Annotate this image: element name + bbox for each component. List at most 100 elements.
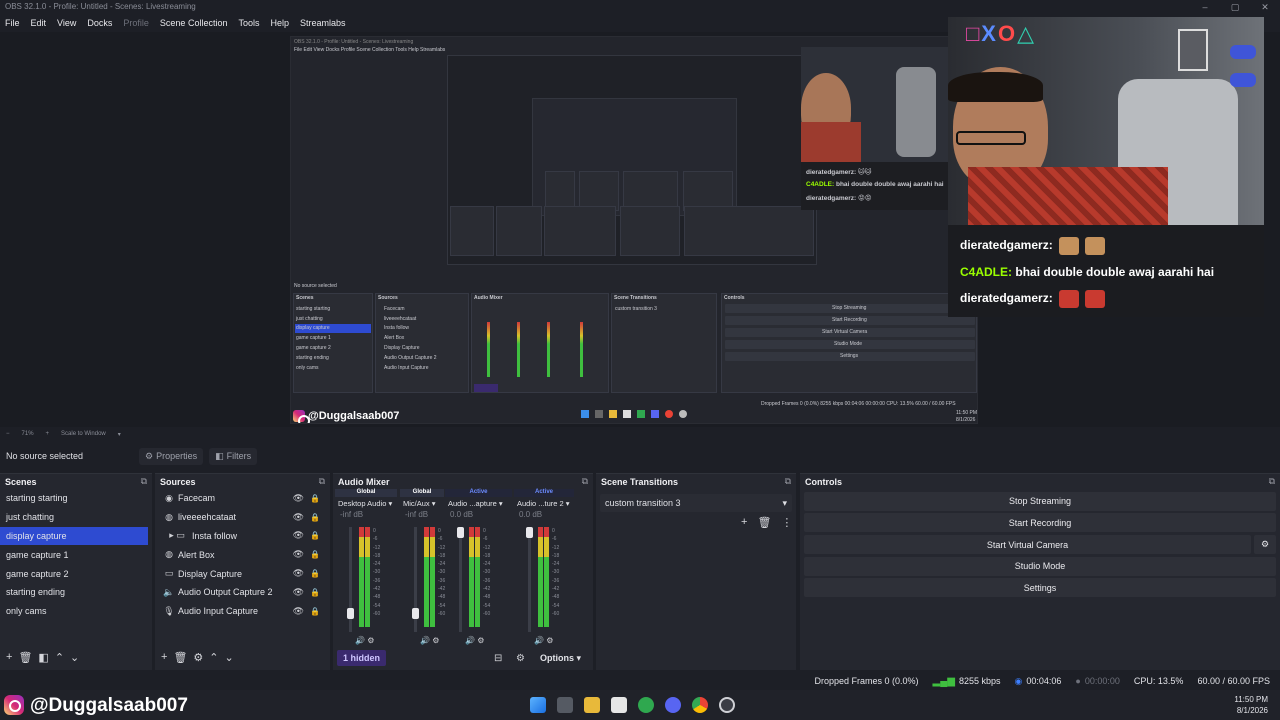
speaker-icon[interactable]: 🔊 [355, 636, 367, 645]
chrome-icon[interactable] [692, 697, 708, 713]
source-item[interactable]: ▭ Display Capture 👁 🔒 [155, 564, 330, 583]
trash-icon[interactable]: 🗑 [757, 516, 771, 529]
speaker-icon[interactable]: 🔊 [534, 636, 546, 645]
scene-item[interactable]: just chatting [0, 508, 152, 527]
lock-icon[interactable]: 🔒 [310, 494, 320, 503]
channel-name[interactable]: Audio ...ture 2 ▾ [514, 497, 574, 510]
eye-icon[interactable]: 👁 [293, 549, 304, 560]
lock-icon[interactable]: 🔒 [310, 550, 320, 559]
taskbar-clock[interactable]: 11:50 PM 8/1/2026 [1234, 694, 1268, 716]
menu-profile[interactable]: Profile [123, 18, 149, 28]
channel-name[interactable]: Audio ...apture ▾ [445, 497, 512, 510]
chevron-down-icon[interactable]: ▾ [430, 499, 436, 508]
zoom-mode[interactable]: Scale to Window [61, 431, 106, 437]
chevron-down-icon[interactable]: ▾ [497, 499, 503, 508]
gear-icon[interactable]: ⚙ [477, 636, 484, 645]
lock-icon[interactable]: 🔒 [310, 569, 320, 578]
lock-icon[interactable]: 🔒 [310, 607, 320, 616]
source-item[interactable]: 🔈 Audio Output Capture 2 👁 🔒 [155, 583, 330, 602]
volume-knob[interactable] [347, 607, 354, 619]
speaker-icon[interactable]: 🔊 [420, 636, 432, 645]
store-icon[interactable] [611, 697, 627, 713]
chevron-down-icon[interactable]: ▾ [118, 431, 121, 438]
eye-icon[interactable]: 👁 [293, 493, 304, 504]
gear-icon[interactable]: ⚙ [546, 636, 553, 645]
chevron-down-icon[interactable]: ▾ [386, 499, 392, 508]
mixer-settings-icon[interactable]: ⚙ [516, 653, 525, 664]
discord-icon[interactable] [665, 697, 681, 713]
properties-button[interactable]: ⚙ Properties [139, 447, 204, 465]
transition-select[interactable]: custom transition 3 ▾ [600, 494, 792, 512]
chevron-down-icon[interactable]: ⌄ [70, 651, 79, 664]
eye-icon[interactable]: 👁 [293, 512, 304, 523]
zoom-in-button[interactable]: + [46, 431, 50, 437]
menu-edit[interactable]: Edit [31, 18, 47, 28]
source-item[interactable]: 🎙 Audio Input Capture 👁 🔒 [155, 602, 330, 621]
chevron-up-icon[interactable]: ⌃ [209, 651, 218, 664]
chevron-up-icon[interactable]: ⌃ [55, 651, 64, 664]
scene-item[interactable]: starting ending [0, 583, 152, 602]
scene-item[interactable]: only cams [0, 602, 152, 621]
gear-icon[interactable]: ⚙ [193, 651, 203, 664]
maximize-icon[interactable]: ▢ [1220, 0, 1250, 14]
undock-icon[interactable]: ⧉ [785, 476, 791, 487]
mixer-layout-icon[interactable]: ⊟ [494, 653, 502, 664]
undock-icon[interactable]: ⧉ [582, 476, 588, 487]
undock-icon[interactable]: ⧉ [1269, 476, 1275, 487]
task-view-icon[interactable] [557, 697, 573, 713]
source-item[interactable]: ◉ Facecam 👁 🔒 [155, 489, 330, 508]
close-icon[interactable]: ✕ [1250, 0, 1280, 14]
gear-icon[interactable]: ⚙ [1254, 535, 1276, 554]
menu-scene-collection[interactable]: Scene Collection [160, 18, 228, 28]
start-virtual-camera-button[interactable]: Start Virtual Camera [804, 535, 1251, 554]
eye-icon[interactable]: 👁 [293, 587, 304, 598]
volume-knob[interactable] [526, 527, 533, 538]
scene-filters-icon[interactable]: ◧ [38, 651, 48, 664]
lock-icon[interactable]: 🔒 [310, 588, 320, 597]
start-recording-button[interactable]: Start Recording [804, 513, 1276, 532]
source-item[interactable]: ◍ Alert Box 👁 🔒 [155, 545, 330, 564]
mixer-options-button[interactable]: Options ▾ [540, 653, 581, 664]
add-source-button[interactable]: + [161, 651, 167, 664]
eye-icon[interactable]: 👁 [293, 606, 304, 617]
lock-icon[interactable]: 🔒 [310, 513, 320, 522]
undock-icon[interactable]: ⧉ [141, 476, 147, 487]
source-item[interactable]: ▸ ▭ Insta follow 👁 🔒 [155, 527, 330, 546]
menu-help[interactable]: Help [270, 18, 289, 28]
chevron-down-icon[interactable]: ▾ [564, 499, 570, 508]
volume-knob[interactable] [412, 607, 419, 619]
minimize-icon[interactable]: – [1190, 0, 1220, 14]
eye-icon[interactable]: 👁 [293, 530, 304, 541]
volume-knob[interactable] [457, 527, 464, 538]
speaker-icon[interactable]: 🔊 [465, 636, 477, 645]
volume-slider[interactable] [459, 527, 462, 632]
trash-icon[interactable]: 🗑 [173, 651, 187, 664]
add-transition-button[interactable]: + [741, 516, 747, 529]
more-options-icon[interactable]: ⋮ [781, 516, 792, 529]
menu-streamlabs[interactable]: Streamlabs [300, 18, 346, 28]
menu-file[interactable]: File [5, 18, 20, 28]
menu-tools[interactable]: Tools [238, 18, 259, 28]
menu-docks[interactable]: Docks [87, 18, 112, 28]
settings-button[interactable]: Settings [804, 578, 1276, 597]
hidden-channels-badge[interactable]: 1 hidden [337, 650, 387, 666]
lock-icon[interactable]: 🔒 [310, 531, 320, 540]
gear-icon[interactable]: ⚙ [432, 636, 439, 645]
filters-button[interactable]: ◧ Filters [209, 447, 258, 465]
channel-name[interactable]: Mic/Aux ▾ [400, 497, 444, 510]
trash-icon[interactable]: 🗑 [18, 651, 32, 664]
volume-slider[interactable] [528, 527, 531, 632]
scene-item[interactable]: display capture [0, 526, 148, 546]
eye-icon[interactable]: 👁 [293, 568, 304, 579]
scene-item[interactable]: game capture 2 [0, 564, 152, 583]
menu-view[interactable]: View [57, 18, 76, 28]
add-scene-button[interactable]: + [6, 651, 12, 664]
zoom-out-button[interactable]: − [6, 431, 10, 437]
file-explorer-icon[interactable] [584, 697, 600, 713]
scene-item[interactable]: game capture 1 [0, 545, 152, 564]
obs-icon[interactable] [719, 697, 735, 713]
source-item[interactable]: ◍ liveeeehcataat 👁 🔒 [155, 508, 330, 527]
windows-start-icon[interactable] [530, 697, 546, 713]
undock-icon[interactable]: ⧉ [319, 476, 325, 487]
preview-canvas[interactable]: OBS 32.1.0 - Profile: Untitled - Scenes:… [290, 36, 978, 424]
